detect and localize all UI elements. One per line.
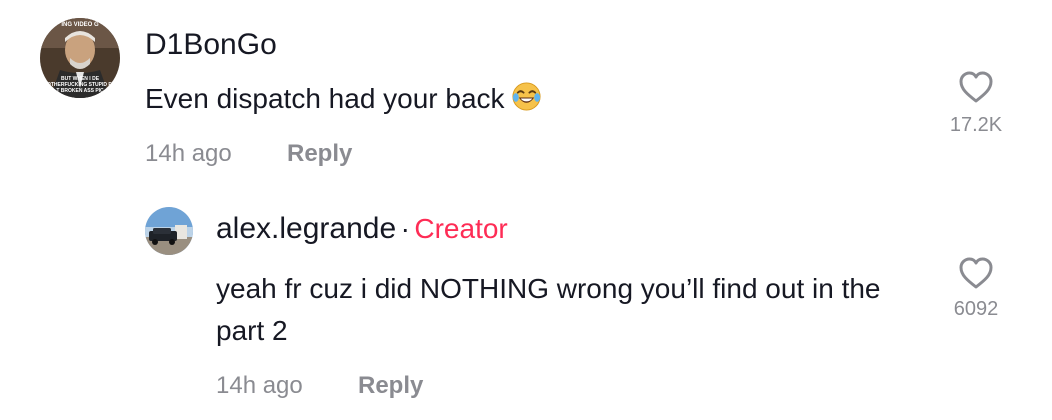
- reply-like-button[interactable]: [958, 256, 994, 290]
- reply-like-count: 6092: [953, 298, 999, 320]
- heart-icon: [959, 257, 993, 289]
- comment-text-body: Even dispatch had your back: [145, 83, 505, 114]
- laughing-tears-emoji-icon: [511, 81, 542, 112]
- svg-text:ING VIDEO G: ING VIDEO G: [61, 22, 99, 28]
- avatar-car-image: [145, 207, 193, 255]
- reply-text: yeah fr cuz i did NOTHING wrong you’ll f…: [216, 273, 881, 346]
- comment-like-count: 17.2K: [949, 114, 1003, 136]
- avatar-meme-image: ING VIDEO G BUT WHEN I DE OTHERFUCKING S…: [40, 18, 120, 98]
- reply-username[interactable]: alex.legrande: [216, 212, 396, 245]
- separator-dot: ·: [400, 213, 410, 244]
- comment-timestamp: 14h ago: [145, 140, 232, 167]
- reply-header: alex.legrande · Creator: [216, 212, 508, 246]
- comment-like-button[interactable]: [958, 70, 994, 104]
- reply-reply-button[interactable]: Reply: [358, 372, 423, 400]
- comment-reply-button[interactable]: Reply: [287, 140, 352, 168]
- comment-text: Even dispatch had your back: [145, 78, 542, 120]
- creator-badge: Creator: [414, 213, 508, 244]
- comment-avatar[interactable]: ING VIDEO G BUT WHEN I DE OTHERFUCKING S…: [40, 18, 120, 98]
- svg-text:T BROKEN ASS PIC: T BROKEN ASS PIC: [56, 88, 104, 94]
- reply-avatar[interactable]: [145, 207, 193, 255]
- heart-icon: [959, 71, 993, 103]
- comment-username[interactable]: D1BonGo: [145, 28, 277, 62]
- reply-timestamp: 14h ago: [216, 372, 303, 399]
